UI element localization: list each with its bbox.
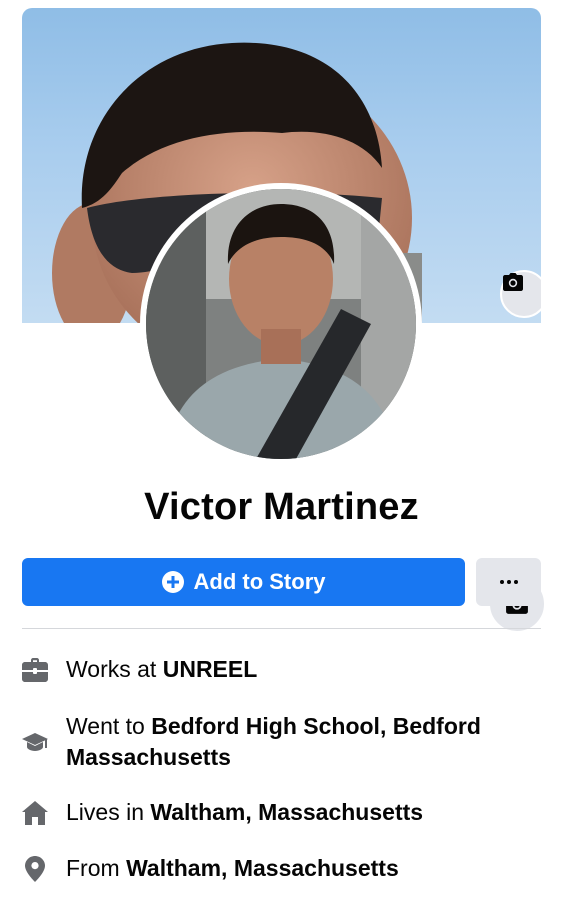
detail-work: Works at UNREEL [22, 654, 541, 685]
profile-picture-image [146, 189, 416, 459]
divider [22, 628, 541, 629]
briefcase-icon [22, 657, 48, 682]
profile-picture-frame [140, 183, 546, 633]
more-dots-icon [499, 580, 518, 584]
more-options-button[interactable] [476, 558, 541, 606]
detail-from-prefix: From [66, 855, 127, 881]
graduation-cap-icon [22, 731, 48, 753]
detail-education: Went to Bedford High School, Bedford Mas… [22, 711, 541, 773]
detail-work-prefix: Works at [66, 656, 163, 682]
profile-name: Victor Martinez [144, 486, 419, 528]
detail-lives-prefix: Lives in [66, 799, 151, 825]
detail-from-value[interactable]: Waltham, Massachusetts [126, 855, 399, 881]
cover-camera-button[interactable] [500, 270, 541, 318]
location-pin-icon [22, 855, 48, 882]
add-to-story-button[interactable]: Add to Story [22, 558, 465, 606]
plus-circle-icon [161, 571, 184, 593]
detail-from: From Waltham, Massachusetts [22, 853, 541, 884]
avatar[interactable] [146, 189, 416, 459]
add-to-story-label: Add to Story [193, 569, 326, 594]
home-icon [22, 800, 48, 825]
camera-icon [503, 273, 523, 291]
detail-lives-value[interactable]: Waltham, Massachusetts [150, 799, 423, 825]
detail-lives: Lives in Waltham, Massachusetts [22, 797, 541, 828]
profile-page: Victor Martinez Add to Story Works at UN… [0, 0, 563, 900]
detail-education-prefix: Went to [66, 713, 152, 739]
detail-work-value[interactable]: UNREEL [163, 656, 258, 682]
